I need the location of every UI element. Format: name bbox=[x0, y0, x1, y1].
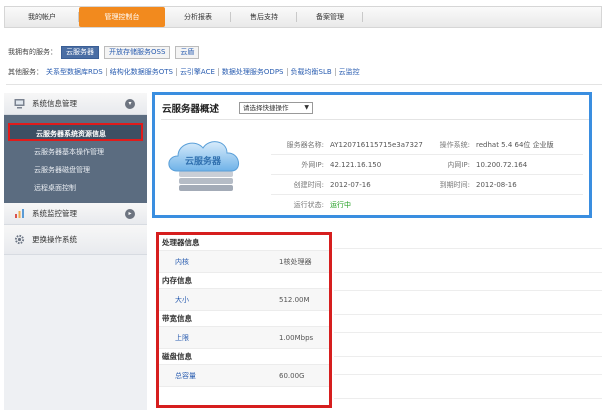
system-info-icon bbox=[14, 98, 25, 109]
cpu-value: 1核处理器 bbox=[279, 257, 312, 266]
collapse-arrow-icon[interactable]: ▾ bbox=[125, 99, 135, 109]
other-service-link-rds[interactable]: 关系型数据库RDS bbox=[43, 68, 107, 76]
disk-value: 60.00G bbox=[279, 371, 305, 380]
info-row: 创建时间: 2012-07-16 到期时间: 2012-08-16 bbox=[271, 175, 583, 195]
sidebar-item-remote-desktop[interactable]: 远程桌面控制 bbox=[4, 179, 147, 197]
private-ip-label: 内网IP: bbox=[447, 160, 470, 169]
sidebar-group-system-info[interactable]: 系统信息管理 ▾ bbox=[4, 93, 147, 115]
status-value: 运行中 bbox=[330, 201, 351, 209]
overview-divider bbox=[161, 119, 589, 120]
nav-my-account[interactable]: 我的帐户 bbox=[5, 7, 79, 27]
my-services-label: 我拥有的服务： bbox=[8, 48, 57, 56]
memory-value: 512.00M bbox=[279, 295, 310, 304]
memory-key: 大小 bbox=[175, 295, 189, 304]
sidebar-group-change-os[interactable]: 更换操作系统 bbox=[4, 225, 147, 255]
sidebar: 系统信息管理 ▾ 云服务器系统资源信息 云服务器基本操作管理 云服务器磁盘管理 … bbox=[4, 93, 147, 410]
service-button-ecs[interactable]: 云服务器 bbox=[61, 45, 99, 59]
other-service-link-ace[interactable]: 云引擎ACE bbox=[177, 68, 219, 76]
memory-section-title: 内存信息 bbox=[162, 276, 192, 285]
service-button-yundun[interactable]: 云盾 bbox=[175, 45, 200, 59]
status-label: 运行状态: bbox=[293, 201, 324, 209]
other-service-link-odps[interactable]: 数据处理服务ODPS bbox=[219, 68, 288, 76]
sidebar-group-label: 更换操作系统 bbox=[32, 235, 77, 244]
info-row: 服务器名称: AY120716115715e3a7327 操作系统: redha… bbox=[271, 135, 583, 155]
sidebar-group-label: 系统监控管理 bbox=[32, 209, 77, 218]
nav-filing-management[interactable]: 备案管理 bbox=[297, 7, 363, 27]
server-name-label: 服务器名称: bbox=[286, 140, 324, 149]
created-time-label: 创建时间: bbox=[293, 180, 324, 189]
bandwidth-row: 上限 1.00Mbps bbox=[159, 326, 329, 349]
sidebar-group-label: 系统信息管理 bbox=[32, 99, 77, 108]
cloud-server-illustration: 云服务器 bbox=[163, 131, 249, 193]
private-ip-value: 10.200.72.164 bbox=[476, 160, 528, 169]
sidebar-submenu: 云服务器系统资源信息 云服务器基本操作管理 云服务器磁盘管理 远程桌面控制 bbox=[4, 115, 147, 203]
disk-row: 总容量 60.00G bbox=[159, 364, 329, 387]
memory-row: 大小 512.00M bbox=[159, 288, 329, 311]
nav-management-console[interactable]: 管理控制台 bbox=[79, 7, 165, 27]
table-line bbox=[334, 314, 602, 315]
cpu-section-title: 处理器信息 bbox=[162, 238, 200, 247]
created-time-value: 2012-07-16 bbox=[330, 180, 371, 189]
sidebar-group-monitoring[interactable]: 系统监控管理 ▸ bbox=[4, 203, 147, 225]
table-line bbox=[334, 374, 602, 375]
header-divider bbox=[6, 84, 602, 85]
bandwidth-section-title: 带宽信息 bbox=[162, 314, 192, 323]
server-name-value: AY120716115715e3a7327 bbox=[330, 140, 423, 149]
bar-chart-icon bbox=[14, 208, 25, 219]
sidebar-item-resource-info[interactable]: 云服务器系统资源信息 bbox=[8, 123, 143, 141]
gear-icon bbox=[14, 234, 25, 245]
dropdown-arrow-icon: ▼ bbox=[304, 104, 309, 111]
server-info-grid: 服务器名称: AY120716115715e3a7327 操作系统: redha… bbox=[271, 135, 583, 215]
bandwidth-value: 1.00Mbps bbox=[279, 333, 314, 342]
top-nav: 我的帐户 管理控制台 分析报表 售后支持 备案管理 bbox=[4, 6, 602, 28]
quick-action-select-value: 请选择快捷操作 bbox=[243, 104, 289, 112]
sidebar-item-basic-operations[interactable]: 云服务器基本操作管理 bbox=[4, 143, 147, 161]
os-label: 操作系统: bbox=[439, 140, 470, 149]
disk-key: 总容量 bbox=[175, 371, 196, 380]
public-ip-label: 外网IP: bbox=[301, 160, 324, 169]
other-services-row: 其他服务： 关系型数据库RDS 结构化数据服务OTS 云引擎ACE 数据处理服务… bbox=[8, 66, 363, 78]
table-line bbox=[334, 272, 602, 273]
table-line bbox=[334, 290, 602, 291]
table-line bbox=[334, 332, 602, 333]
disk-section-title: 磁盘信息 bbox=[162, 352, 192, 361]
overview-title: 云服务器概述 bbox=[162, 104, 220, 115]
table-line bbox=[334, 248, 602, 249]
info-row: 外网IP: 42.121.16.150 内网IP: 10.200.72.164 bbox=[271, 155, 583, 175]
expire-time-value: 2012-08-16 bbox=[476, 180, 517, 189]
other-service-link-ots[interactable]: 结构化数据服务OTS bbox=[107, 68, 177, 76]
os-value: redhat 5.4 64位 企业版 bbox=[476, 140, 554, 149]
table-line bbox=[334, 398, 602, 399]
expand-arrow-icon[interactable]: ▸ bbox=[125, 209, 135, 219]
table-line bbox=[334, 356, 602, 357]
public-ip-value: 42.121.16.150 bbox=[330, 160, 382, 169]
sidebar-item-disk-management[interactable]: 云服务器磁盘管理 bbox=[4, 161, 147, 179]
info-row: 运行状态: 运行中 bbox=[271, 195, 583, 215]
my-services-row: 我拥有的服务： 云服务器 开放存储服务OSS 云盾 bbox=[8, 45, 204, 59]
server-overview-panel: 云服务器概述 请选择快捷操作 ▼ 云服务器 服务器名称: AY120716115… bbox=[152, 92, 592, 218]
service-button-oss[interactable]: 开放存储服务OSS bbox=[104, 45, 171, 59]
expire-time-label: 到期时间: bbox=[439, 180, 470, 189]
bandwidth-key: 上限 bbox=[175, 333, 189, 342]
cpu-row: 内核 1核处理器 bbox=[159, 250, 329, 273]
other-service-link-slb[interactable]: 负载均衡SLB bbox=[288, 68, 336, 76]
nav-analysis-reports[interactable]: 分析报表 bbox=[165, 7, 231, 27]
other-service-link-monitor[interactable]: 云监控 bbox=[336, 68, 363, 76]
resource-details-panel: 处理器信息 内核 1核处理器 内存信息 大小 512.00M 带宽信息 上限 1… bbox=[156, 232, 332, 408]
quick-action-select[interactable]: 请选择快捷操作 ▼ bbox=[239, 102, 313, 114]
cpu-key: 内核 bbox=[175, 257, 189, 266]
cloud-server-text: 云服务器 bbox=[185, 157, 222, 167]
other-services-label: 其他服务： bbox=[8, 68, 43, 76]
nav-after-sales-support[interactable]: 售后支持 bbox=[231, 7, 297, 27]
